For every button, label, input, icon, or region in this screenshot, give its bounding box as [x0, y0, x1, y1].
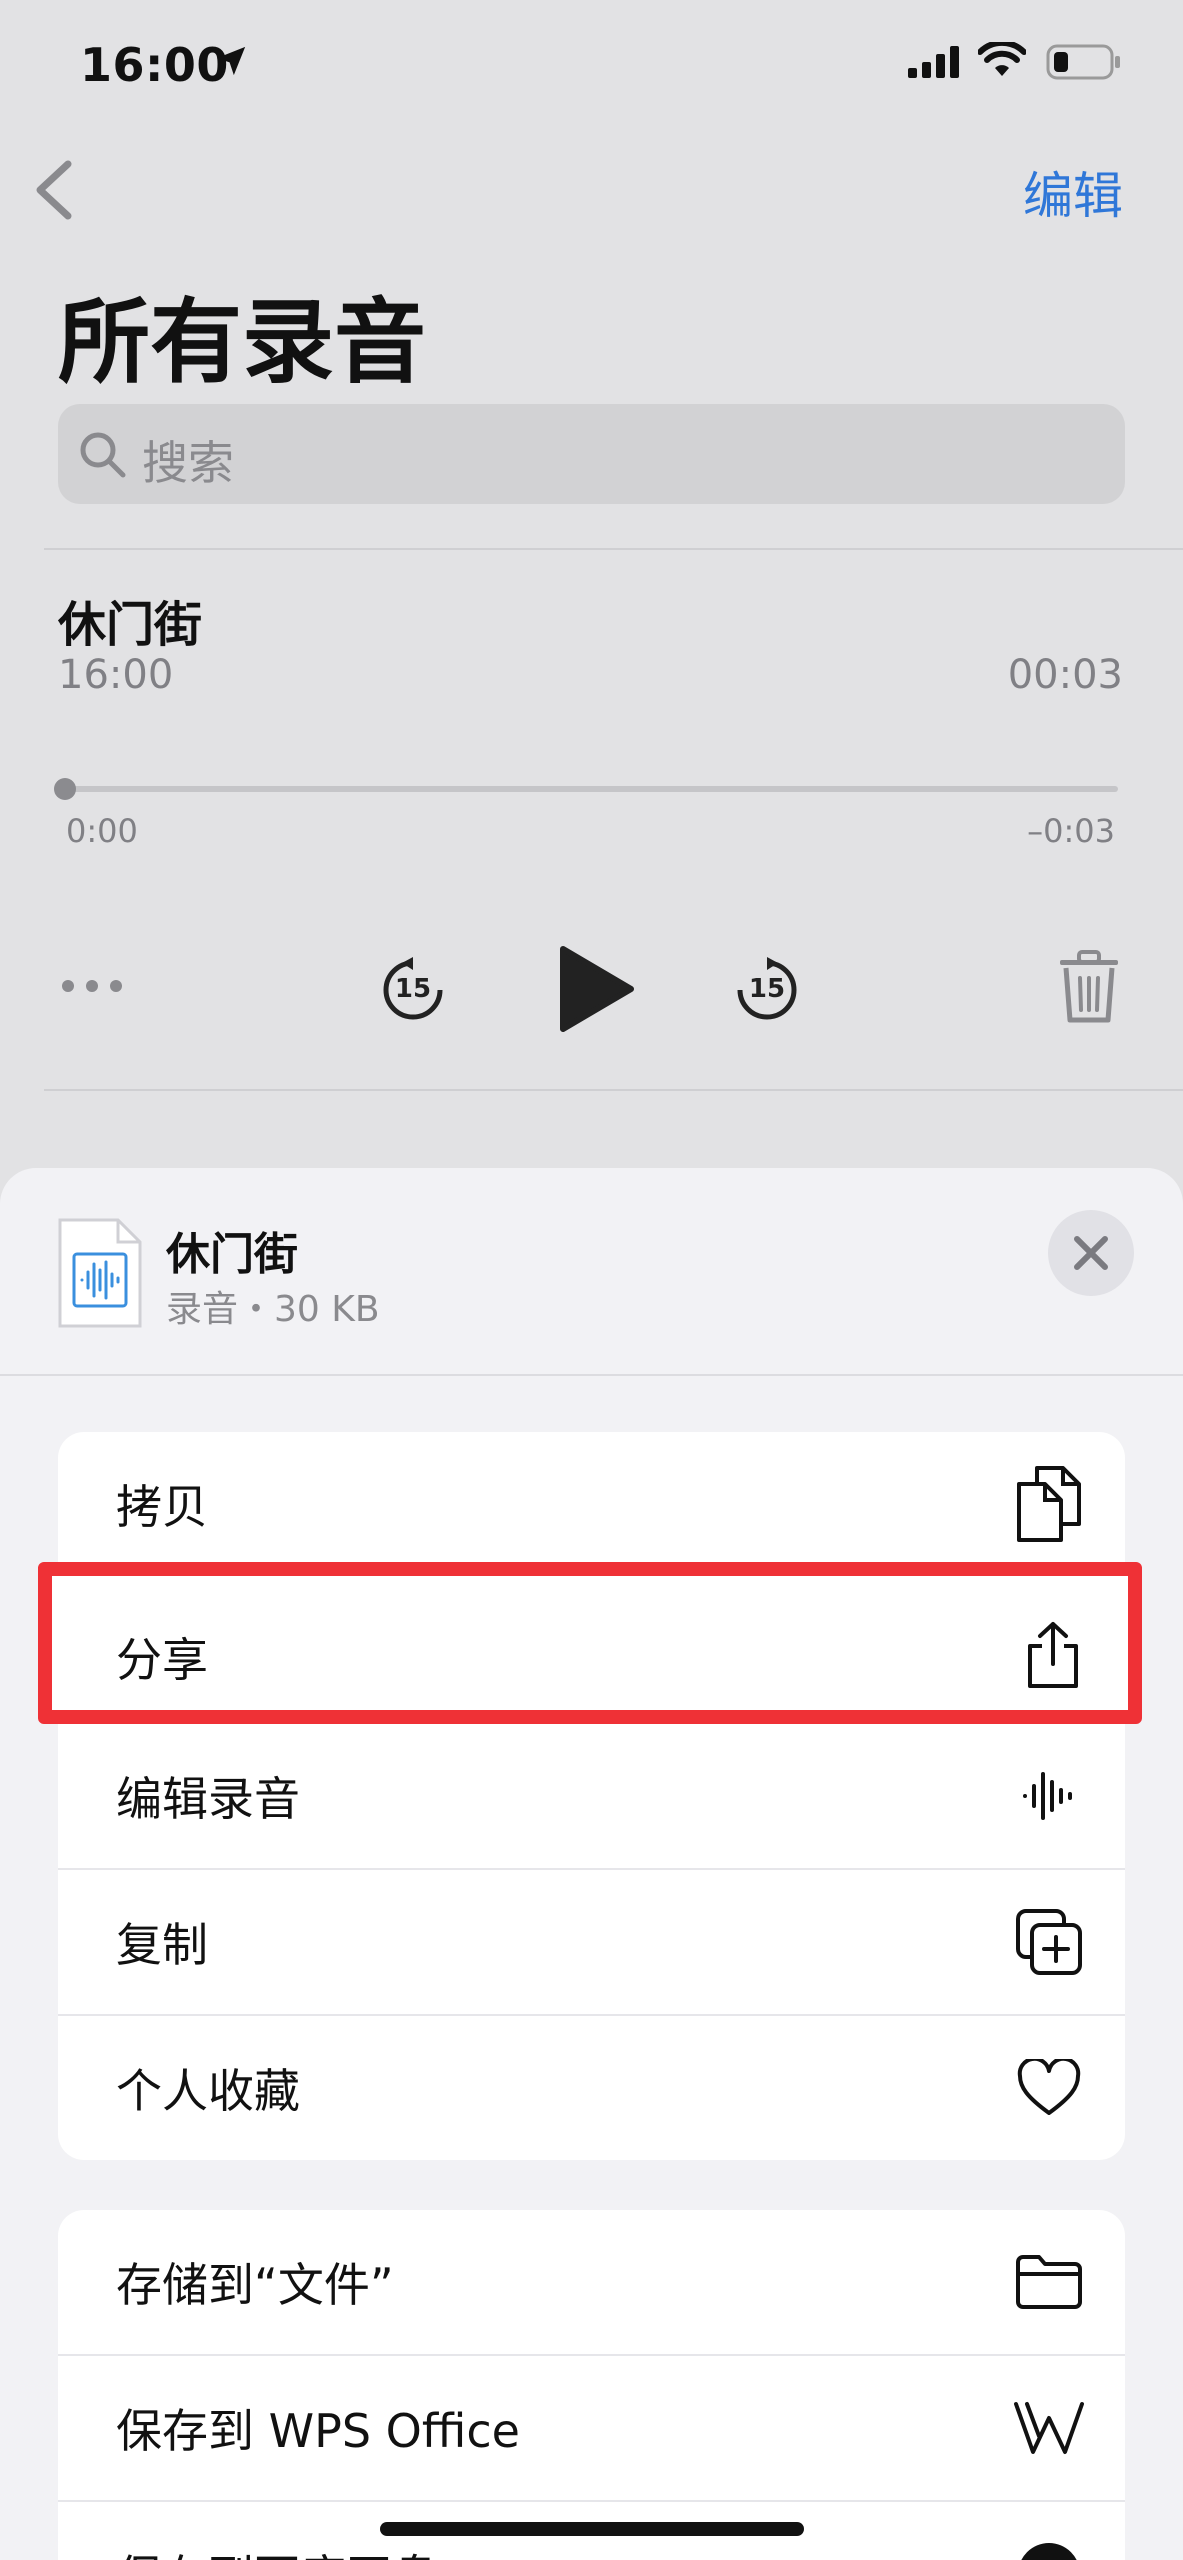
audio-file-icon	[58, 1218, 142, 1328]
menu-item-share[interactable]: 分享	[38, 1562, 1142, 1724]
menu-item-save-to-wps[interactable]: 保存到 WPS Office	[58, 2354, 1125, 2500]
menu-item-edit-recording[interactable]: 编辑录音	[58, 1722, 1125, 1868]
progress-remaining: –0:03	[1027, 812, 1115, 850]
menu-item-save-to-files[interactable]: 存储到“文件”	[58, 2210, 1125, 2354]
progress-elapsed: 0:00	[66, 812, 138, 850]
duplicate-icon	[1013, 1906, 1085, 1978]
progress-knob[interactable]	[54, 778, 76, 800]
divider	[44, 1089, 1183, 1091]
menu-item-label: 个人收藏	[116, 2064, 300, 2118]
folder-icon	[1013, 2246, 1085, 2318]
heart-icon	[1013, 2052, 1085, 2124]
recording-duration: 00:03	[1007, 652, 1123, 698]
wifi-icon	[978, 42, 1026, 76]
menu-item-copy[interactable]: 拷贝	[58, 1432, 1125, 1576]
skip-back-button[interactable]: 15	[378, 955, 448, 1025]
home-indicator[interactable]	[380, 2522, 804, 2536]
share-icon	[1024, 1620, 1082, 1694]
close-icon	[1074, 1236, 1108, 1270]
menu-item-label: 拷贝	[116, 1480, 208, 1534]
action-group-2: 存储到“文件” 保存到 WPS Office 保存到百度网盘	[58, 2210, 1125, 2560]
skip-forward-button[interactable]: 15	[732, 955, 802, 1025]
wps-icon	[1013, 2392, 1085, 2464]
recording-time: 16:00	[58, 652, 174, 698]
close-button[interactable]	[1048, 1210, 1134, 1296]
search-placeholder: 搜索	[142, 436, 234, 490]
cloud-icon	[1013, 2538, 1085, 2560]
recording-title[interactable]: 休门街	[58, 585, 202, 655]
location-arrow-icon	[216, 46, 246, 76]
menu-item-label: 保存到百度网盘	[116, 2541, 438, 2560]
play-icon[interactable]	[555, 945, 635, 1033]
action-group-1: 拷贝 编辑录音 复制 个人收藏	[58, 1432, 1125, 2160]
sheet-file-subtitle: 录音・30 KB	[166, 1289, 380, 1330]
menu-item-label: 分享	[116, 1633, 208, 1687]
menu-item-label: 保存到 WPS Office	[116, 2404, 520, 2458]
edit-button[interactable]: 编辑	[1023, 156, 1123, 228]
waveform-icon	[1013, 1760, 1085, 1832]
menu-item-label: 存储到“文件”	[116, 2258, 394, 2312]
sheet-header-divider	[0, 1374, 1183, 1376]
skip-forward-seconds: 15	[748, 974, 786, 1004]
divider	[44, 548, 1183, 550]
page-title: 所有录音	[58, 289, 427, 396]
battery-icon	[1046, 44, 1120, 80]
cellular-signal-icon	[908, 46, 959, 78]
progress-track[interactable]	[64, 786, 1118, 792]
search-icon	[80, 432, 126, 478]
status-time: 16:00	[80, 38, 229, 92]
chevron-left-icon[interactable]	[30, 158, 76, 222]
menu-item-label: 编辑录音	[116, 1772, 300, 1826]
sheet-file-title: 休门街	[166, 1229, 298, 1280]
menu-item-duplicate[interactable]: 复制	[58, 1868, 1125, 2014]
copy-icon	[1013, 1466, 1085, 1542]
more-icon[interactable]	[60, 974, 124, 998]
skip-back-seconds: 15	[394, 974, 432, 1004]
trash-icon[interactable]	[1058, 950, 1120, 1024]
menu-item-favorite[interactable]: 个人收藏	[58, 2014, 1125, 2160]
menu-item-label: 复制	[116, 1918, 208, 1972]
